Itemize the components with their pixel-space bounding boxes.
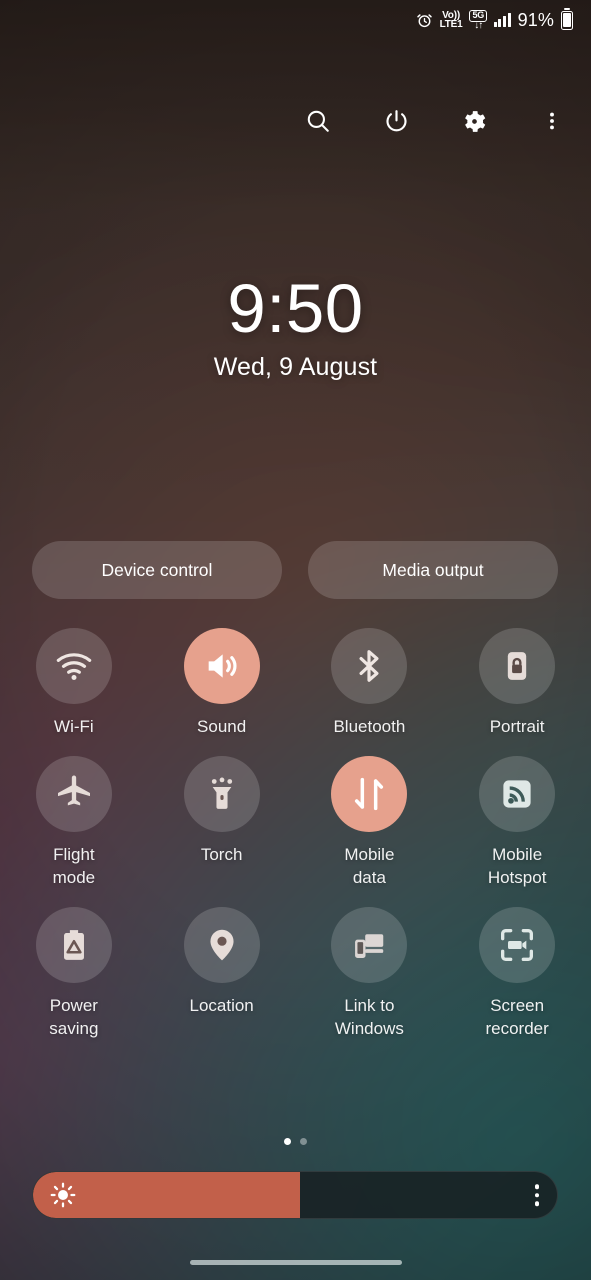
clock-time: 9:50 [227,270,364,347]
lockscreen-clock: 9:50 Wed, 9 August [0,272,591,382]
search-icon[interactable] [301,104,335,138]
gear-icon[interactable] [457,104,491,138]
toggle-sound[interactable]: Sound [148,628,296,738]
brightness-slider-container [32,1171,558,1219]
brightness-sun-icon [50,1182,76,1208]
data-transfer-arrows: ↓↑ [474,19,483,31]
signal-bars-icon [493,13,511,27]
location-pin-icon [183,907,260,983]
control-pills: Device control Media output [32,541,558,599]
wifi-icon [35,628,112,704]
toggle-label: Portrait [489,717,545,736]
volte-line-2: LTE1 [439,19,463,30]
toggle-label: Location [189,996,254,1015]
toggle-mobile-data[interactable]: Mobile data [296,756,444,889]
quick-settings-header [0,98,591,144]
toggle-mobile-hotspot[interactable]: Mobile Hotspot [443,756,591,889]
alarm-icon [416,12,433,29]
toggle-label: Bluetooth [333,717,406,736]
battery-icon [561,10,573,30]
toggle-label: Power saving [49,996,99,1038]
quick-toggle-grid: Wi-Fi Sound Bluetooth Portrait Flight mod… [0,628,591,1040]
toggle-label: Mobile Hotspot [487,845,547,887]
toggle-power-saving[interactable]: Power saving [0,907,148,1040]
status-bar: Vo)) LTE1 5G ↓↑ 91% [0,0,591,40]
grid-row-spacer [0,738,591,756]
grid-row-spacer [0,889,591,907]
toggle-label: Link to Windows [334,996,404,1038]
battery-percent-label: 91% [517,9,554,30]
media-output-pill[interactable]: Media output [308,541,558,599]
airplane-icon [35,756,112,832]
link-to-windows-icon [331,907,408,983]
brightness-more-icon[interactable] [534,1184,539,1206]
bluetooth-icon [331,628,408,704]
quick-settings-panel: Vo)) LTE1 5G ↓↑ 91% 9:50 Wed, 9 August D… [0,0,591,1280]
mobile-data-icon [331,756,408,832]
toggle-portrait[interactable]: Portrait [443,628,591,738]
toggle-label: Torch [200,845,243,864]
device-control-pill[interactable]: Device control [32,541,282,599]
sound-icon [183,628,260,704]
toggle-label: Mobile data [344,845,395,887]
brightness-slider[interactable] [32,1171,558,1219]
toggle-torch[interactable]: Torch [148,756,296,889]
power-saving-icon [35,907,112,983]
toggle-label: Flight mode [52,845,96,887]
toggle-link-to-windows[interactable]: Link to Windows [296,907,444,1040]
volte-indicator: Vo)) LTE1 [439,11,463,30]
toggle-location[interactable]: Location [148,907,296,1040]
page-indicator[interactable] [0,1138,591,1145]
rotation-lock-icon [479,628,556,704]
power-icon[interactable] [379,104,413,138]
hotspot-icon [479,756,556,832]
page-dot-2[interactable] [300,1138,307,1145]
clock-date: Wed, 9 August [213,353,378,381]
page-dot-1[interactable] [284,1138,291,1145]
screen-recorder-icon [479,907,556,983]
toggle-bluetooth[interactable]: Bluetooth [296,628,444,738]
toggle-flight-mode[interactable]: Flight mode [0,756,148,889]
network-type-indicator: 5G ↓↑ [469,9,487,31]
overflow-menu-icon[interactable] [535,104,569,138]
toggle-screen-recorder[interactable]: Screen recorder [443,907,591,1040]
home-gesture-bar[interactable] [189,1260,402,1265]
flashlight-icon [183,756,260,832]
toggle-label: Sound [197,717,247,736]
toggle-label: Screen recorder [485,996,549,1038]
toggle-label: Wi-Fi [54,717,94,736]
toggle-wi-fi[interactable]: Wi-Fi [0,628,148,738]
